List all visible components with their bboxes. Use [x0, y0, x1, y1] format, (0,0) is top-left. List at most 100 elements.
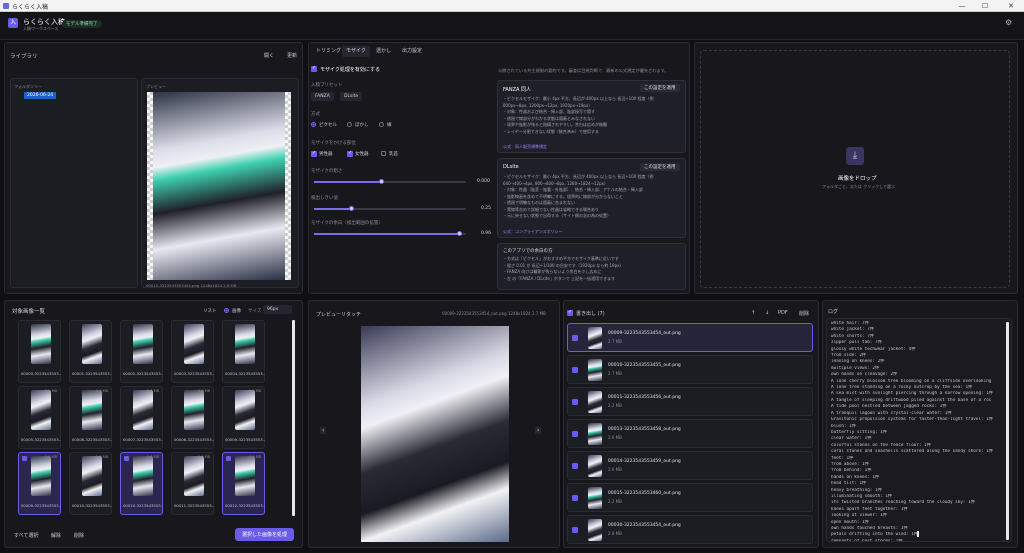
thumbnail-filename: 00001-3223543553... — [72, 371, 112, 376]
library-title: ライブラリ — [10, 54, 38, 60]
log-scrollbar[interactable] — [1006, 322, 1009, 540]
open-button[interactable]: 開く — [264, 52, 274, 59]
move-up-button[interactable]: ↑ — [751, 310, 755, 316]
target-female-label: 女性器 — [355, 152, 369, 157]
image-thumbnail[interactable]: 2.7 MB 00006-3223543553... — [69, 386, 112, 449]
thumbnail-image — [82, 456, 102, 496]
method-line-label: 線 — [387, 123, 392, 128]
export-pdf-button[interactable]: PDF — [778, 310, 788, 316]
output-row[interactable]: 00011-3223543553456_out.png 2.2 MB — [567, 387, 813, 416]
viewer-next-button[interactable]: › — [535, 427, 542, 434]
close-button[interactable]: ✕ — [1002, 1, 1020, 11]
maximize-button[interactable]: ☐ — [976, 1, 994, 11]
thumbnail-size: 2.7 MB — [248, 389, 261, 393]
thumbnail-filename: 00010-3223543553... — [72, 503, 112, 508]
thumbnail-image — [184, 456, 204, 496]
output-thumbnail — [588, 423, 602, 445]
image-thumbnail[interactable]: 00001-3223543553... — [69, 320, 112, 383]
method-pixel-radio[interactable] — [311, 122, 316, 127]
image-thumbnail[interactable]: 00000-3223543553... — [18, 320, 61, 383]
tab-mosaic[interactable]: モザイク — [342, 46, 370, 57]
target-male-checkbox[interactable] — [311, 150, 317, 157]
output-row-checkbox[interactable] — [572, 335, 578, 341]
image-thumbnail[interactable]: 2.5 MB 00005-3223543553... — [18, 386, 61, 449]
image-thumbnail[interactable]: 00003-3223543553... — [171, 320, 214, 383]
preset-fanza-button[interactable]: FANZA — [311, 92, 334, 101]
image-thumbnail[interactable]: 00004-3223543553... — [222, 320, 265, 383]
view-grid-radio[interactable] — [224, 308, 229, 313]
image-thumbnail[interactable]: 2.5 MB 00009-3223543553... — [18, 452, 61, 515]
refresh-button[interactable]: 更新 — [287, 52, 297, 59]
thumbnail-filename: 00006-3223543553... — [72, 437, 112, 442]
thumbnail-size: 2.5 MB — [248, 455, 261, 459]
deselect-button[interactable]: 解除 — [51, 532, 61, 539]
output-row[interactable]: 00030-3223543553454_out.png 2.8 MB — [567, 515, 813, 544]
dlsite-guide-card: DLsite この設定を適用 ・ピクセルモザイク：最小 4px 平方、長辺が 4… — [497, 158, 686, 238]
viewer-tab-diff[interactable]: リタッチ — [341, 311, 361, 318]
viewer-prev-button[interactable]: ‹ — [320, 427, 327, 434]
image-thumbnail[interactable]: 2.5 MB 00012-3223543553... — [222, 452, 265, 515]
view-list-toggle[interactable]: リスト — [203, 308, 217, 314]
output-row-checkbox[interactable] — [572, 495, 578, 501]
strength-slider[interactable] — [314, 179, 466, 184]
mosaic-enable-checkbox[interactable] — [311, 65, 317, 72]
app-icon — [3, 3, 9, 9]
image-thumbnail[interactable]: 2.7 MB 00007-3223543553... — [120, 386, 163, 449]
minimize-button[interactable]: — — [953, 1, 971, 11]
tab-watermark[interactable]: 透かし — [372, 46, 395, 57]
dlsite-official-link[interactable]: 公式：コンプライアンスポリシー — [503, 229, 563, 235]
image-thumbnail[interactable]: 00002-3223543553... — [120, 320, 163, 383]
output-row[interactable]: 00014-3223543553459_out.png 2.6 MB — [567, 451, 813, 480]
thumbnail-size: 2.8 MB — [197, 389, 210, 393]
output-row-checkbox[interactable] — [572, 463, 578, 469]
output-row[interactable]: 00013-3223543553458_out.png 2.6 MB — [567, 419, 813, 448]
output-row-checkbox[interactable] — [572, 431, 578, 437]
threshold-value: 0.25 — [481, 206, 492, 211]
settings-gear-icon[interactable]: ⚙ — [1005, 18, 1012, 27]
process-selected-button[interactable]: 選択した画像を処理 — [235, 528, 295, 541]
dropzone[interactable] — [700, 50, 1010, 288]
move-down-button[interactable]: ↓ — [765, 310, 769, 316]
viewer-tab-preview[interactable]: プレビュー — [316, 311, 341, 318]
image-thumbnail[interactable]: 2.7 MB 00010-3223543553... — [69, 452, 112, 515]
threshold-slider[interactable] — [314, 206, 466, 211]
tab-output-settings[interactable]: 出力設定 — [398, 46, 426, 57]
preset-dlsite-button[interactable]: DLsite — [340, 92, 363, 101]
output-select-all-checkbox[interactable] — [567, 309, 573, 316]
fanza-apply-button[interactable]: この設定を適用 — [640, 84, 680, 92]
output-filename: 00014-3223543553459_out.png — [608, 459, 681, 464]
folder-item-date[interactable]: 2026-06-24 — [24, 92, 57, 99]
image-grid-scrollbar[interactable] — [292, 320, 295, 516]
output-row[interactable]: 00009-3223543553454_out.png 2.7 MB — [567, 323, 813, 352]
dlsite-apply-button[interactable]: この設定を適用 — [640, 163, 680, 171]
output-delete-button[interactable]: 削除 — [799, 310, 809, 317]
output-filename: 00009-3223543553454_out.png — [608, 331, 681, 336]
target-nipple-checkbox[interactable] — [381, 151, 386, 156]
image-thumbnail[interactable]: 2.8 MB 00008-3223543553... — [171, 386, 214, 449]
image-thumbnail[interactable]: 2.8 MB 00010-3223543553... — [120, 452, 163, 515]
output-row-checkbox[interactable] — [572, 367, 578, 373]
output-thumbnail — [588, 327, 602, 349]
size-select[interactable]: 96px — [263, 305, 293, 314]
image-thumbnail[interactable]: 2.8 MB 00011-3223543553... — [171, 452, 214, 515]
target-female-checkbox[interactable] — [347, 150, 353, 157]
method-blur-label: ぼかし — [355, 123, 369, 128]
output-row[interactable]: 00010-3223543553455_out.png 2.7 MB — [567, 355, 813, 384]
thumbnail-checkbox[interactable] — [22, 456, 27, 461]
delete-images-button[interactable]: 削除 — [74, 532, 84, 539]
thumbnail-checkbox[interactable] — [226, 456, 231, 461]
output-row[interactable]: 00015-3223543553460_out.png 2.2 MB — [567, 483, 813, 512]
output-row-checkbox[interactable] — [572, 399, 578, 405]
output-thumbnail — [588, 359, 602, 381]
tab-trimming[interactable]: トリミング — [312, 46, 345, 57]
thumbnail-size: 2.5 MB — [44, 455, 57, 459]
image-thumbnail[interactable]: 2.7 MB 00009-3223543553... — [222, 386, 265, 449]
method-line-radio[interactable] — [379, 122, 384, 127]
output-filename: 00011-3223543553456_out.png — [608, 395, 681, 400]
fanza-official-link[interactable]: 公式：同人販売規準規定 — [503, 144, 547, 150]
thumbnail-checkbox[interactable] — [124, 456, 129, 461]
expand-slider[interactable] — [314, 231, 466, 236]
method-blur-radio[interactable] — [347, 122, 352, 127]
output-row-checkbox[interactable] — [572, 527, 578, 533]
select-all-button[interactable]: すべて選択 — [14, 532, 38, 539]
